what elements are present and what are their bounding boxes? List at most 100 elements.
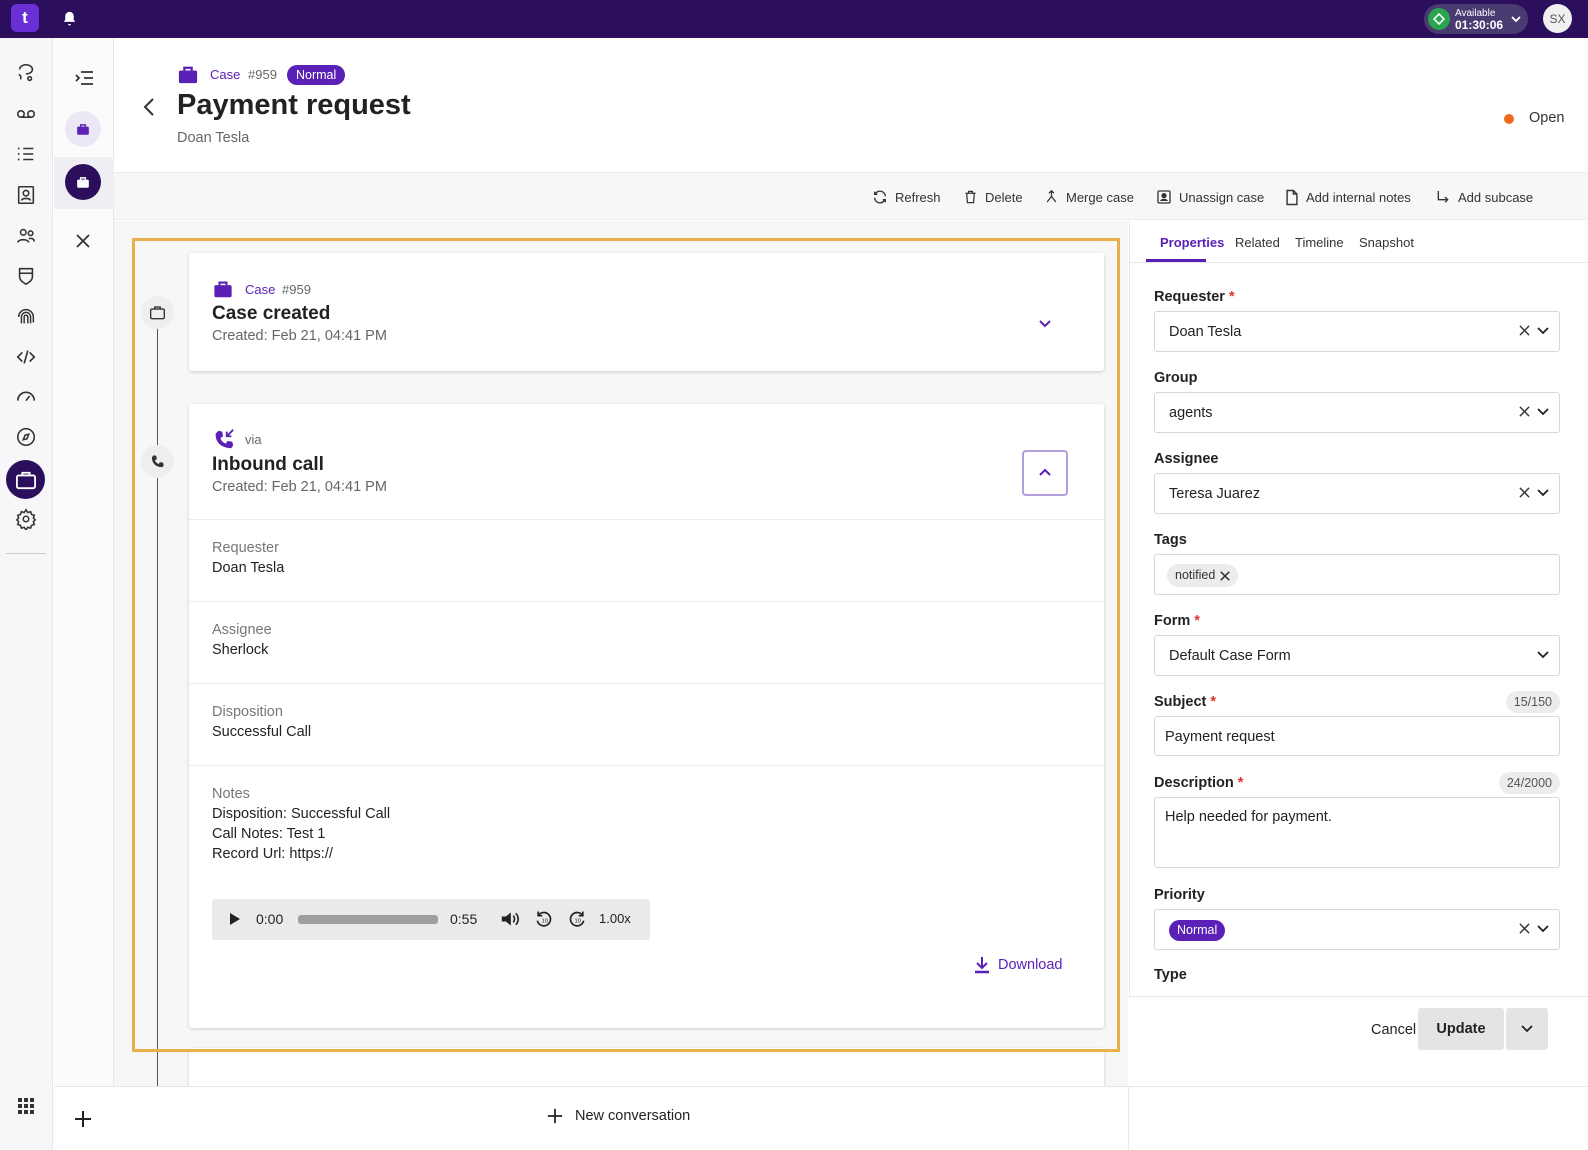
fingerprint-icon[interactable]: [13, 304, 39, 330]
tabs-column: [54, 38, 114, 1150]
app-logo[interactable]: t: [11, 4, 39, 32]
dashboard-icon[interactable]: [13, 383, 39, 409]
tabs-border: [1130, 262, 1588, 263]
form-select[interactable]: Default Case Form: [1154, 635, 1560, 676]
merge-case-button[interactable]: Merge case: [1044, 186, 1134, 208]
add-subcase-button[interactable]: Add subcase: [1435, 186, 1533, 208]
current-case-tab[interactable]: [65, 164, 101, 200]
clear-icon[interactable]: [1519, 487, 1530, 498]
clear-icon[interactable]: [1519, 923, 1530, 934]
team-icon[interactable]: [13, 223, 39, 249]
delete-button[interactable]: Delete: [963, 186, 1023, 208]
subject-label: Subject *: [1154, 694, 1217, 710]
chevron-down-icon[interactable]: [1537, 489, 1549, 497]
type-label: Type: [1154, 967, 1187, 983]
audio-progress-bar[interactable]: [298, 915, 438, 924]
divider: [1128, 1087, 1129, 1150]
cancel-button[interactable]: Cancel: [1371, 1022, 1416, 1038]
chevron-up-icon: [1039, 468, 1051, 478]
chevron-down-icon: [1521, 1025, 1533, 1033]
new-conversation-button[interactable]: New conversation: [547, 1108, 690, 1124]
plus-icon[interactable]: [74, 1110, 92, 1128]
assignee-select[interactable]: Teresa Juarez: [1154, 473, 1560, 514]
clear-icon[interactable]: [1519, 325, 1530, 336]
phone-incoming-icon: [212, 428, 236, 450]
compass-icon[interactable]: [13, 424, 39, 450]
field-label: Disposition: [212, 704, 283, 720]
tab-related[interactable]: Related: [1235, 235, 1280, 250]
audio-duration: 0:55: [450, 911, 478, 927]
case-number: #959: [282, 282, 311, 297]
chevron-down-icon[interactable]: [1537, 651, 1549, 659]
open-case-tab[interactable]: [65, 111, 101, 147]
next-timeline-card[interactable]: [189, 1048, 1104, 1088]
shield-icon[interactable]: [13, 263, 39, 289]
collapse-menu-icon[interactable]: [74, 69, 94, 87]
download-button[interactable]: Download: [974, 956, 1063, 974]
collapse-button[interactable]: [1022, 450, 1068, 496]
audio-player: 0:00 0:55 10 10 1.00x: [212, 899, 650, 940]
chevron-down-icon[interactable]: [1039, 318, 1051, 328]
tab-timeline[interactable]: Timeline: [1295, 235, 1344, 250]
settings-icon[interactable]: [13, 506, 39, 532]
clear-icon[interactable]: [1519, 406, 1530, 417]
forward-icon[interactable]: 10: [567, 909, 587, 929]
code-icon[interactable]: [13, 344, 39, 370]
play-icon[interactable]: [229, 912, 241, 926]
update-options-button[interactable]: [1506, 1008, 1548, 1050]
contacts-icon[interactable]: [13, 182, 39, 208]
close-icon[interactable]: [76, 234, 90, 248]
inbound-call-card: via Inbound call Created: Feb 21, 04:41 …: [189, 404, 1104, 1028]
tab-snapshot[interactable]: Snapshot: [1359, 235, 1414, 250]
group-value: agents: [1169, 405, 1213, 421]
user-avatar[interactable]: SX: [1543, 4, 1572, 33]
requester-field: Requester Doan Tesla: [189, 519, 1104, 601]
volume-icon[interactable]: [500, 910, 520, 928]
trash-icon: [963, 189, 978, 205]
case-breadcrumb-link[interactable]: Case: [210, 67, 240, 82]
chevron-down-icon[interactable]: [1537, 925, 1549, 933]
notes-line: Disposition: Successful Call: [212, 806, 391, 822]
unassign-case-button[interactable]: Unassign case: [1156, 186, 1264, 208]
subject-value: Payment request: [1165, 729, 1275, 745]
group-select[interactable]: agents: [1154, 392, 1560, 433]
case-created-card[interactable]: Case #959 Case created Created: Feb 21, …: [189, 253, 1104, 371]
assignee-label: Assignee: [1154, 451, 1219, 467]
available-icon: [1428, 8, 1450, 30]
field-label: Assignee: [212, 622, 272, 638]
subject-input[interactable]: Payment request: [1154, 716, 1560, 756]
case-number: #959: [248, 67, 277, 82]
tab-properties[interactable]: Properties: [1160, 235, 1224, 250]
via-label: via: [245, 432, 262, 447]
merge-icon: [1044, 189, 1059, 205]
bell-icon[interactable]: [61, 10, 78, 28]
disposition-field: Disposition Successful Call: [189, 683, 1104, 765]
remove-tag-icon[interactable]: [1220, 570, 1231, 581]
conversations-icon[interactable]: [13, 60, 39, 86]
svg-text:10: 10: [575, 918, 582, 924]
grid-icon[interactable]: [13, 1093, 39, 1119]
chevron-down-icon[interactable]: [1537, 408, 1549, 416]
plus-icon: [547, 1108, 563, 1124]
availability-status[interactable]: Available 01:30:06: [1424, 4, 1528, 34]
notes-line: Record Url: https://: [212, 846, 333, 862]
playback-speed[interactable]: 1.00x: [599, 911, 631, 926]
case-type-label[interactable]: Case: [245, 282, 275, 297]
back-arrow-icon[interactable]: [142, 97, 156, 117]
rewind-icon[interactable]: 10: [534, 909, 554, 929]
chevron-down-icon[interactable]: [1537, 327, 1549, 335]
voicemail-icon[interactable]: [13, 101, 39, 127]
list-icon[interactable]: [13, 141, 39, 167]
action-toolbar: Refresh Delete Merge case Unassign case …: [114, 172, 1588, 220]
svg-text:10: 10: [542, 918, 549, 924]
update-button[interactable]: Update: [1418, 1008, 1504, 1050]
tags-input[interactable]: notified: [1154, 554, 1560, 595]
add-internal-notes-button[interactable]: Add internal notes: [1285, 186, 1411, 208]
description-textarea[interactable]: Help needed for payment.: [1154, 797, 1560, 868]
cases-nav-item[interactable]: [6, 460, 45, 499]
page-title: Payment request: [177, 89, 411, 121]
priority-select[interactable]: Normal: [1154, 909, 1560, 950]
briefcase-icon: [177, 65, 199, 85]
refresh-button[interactable]: Refresh: [872, 186, 941, 208]
requester-select[interactable]: Doan Tesla: [1154, 311, 1560, 352]
